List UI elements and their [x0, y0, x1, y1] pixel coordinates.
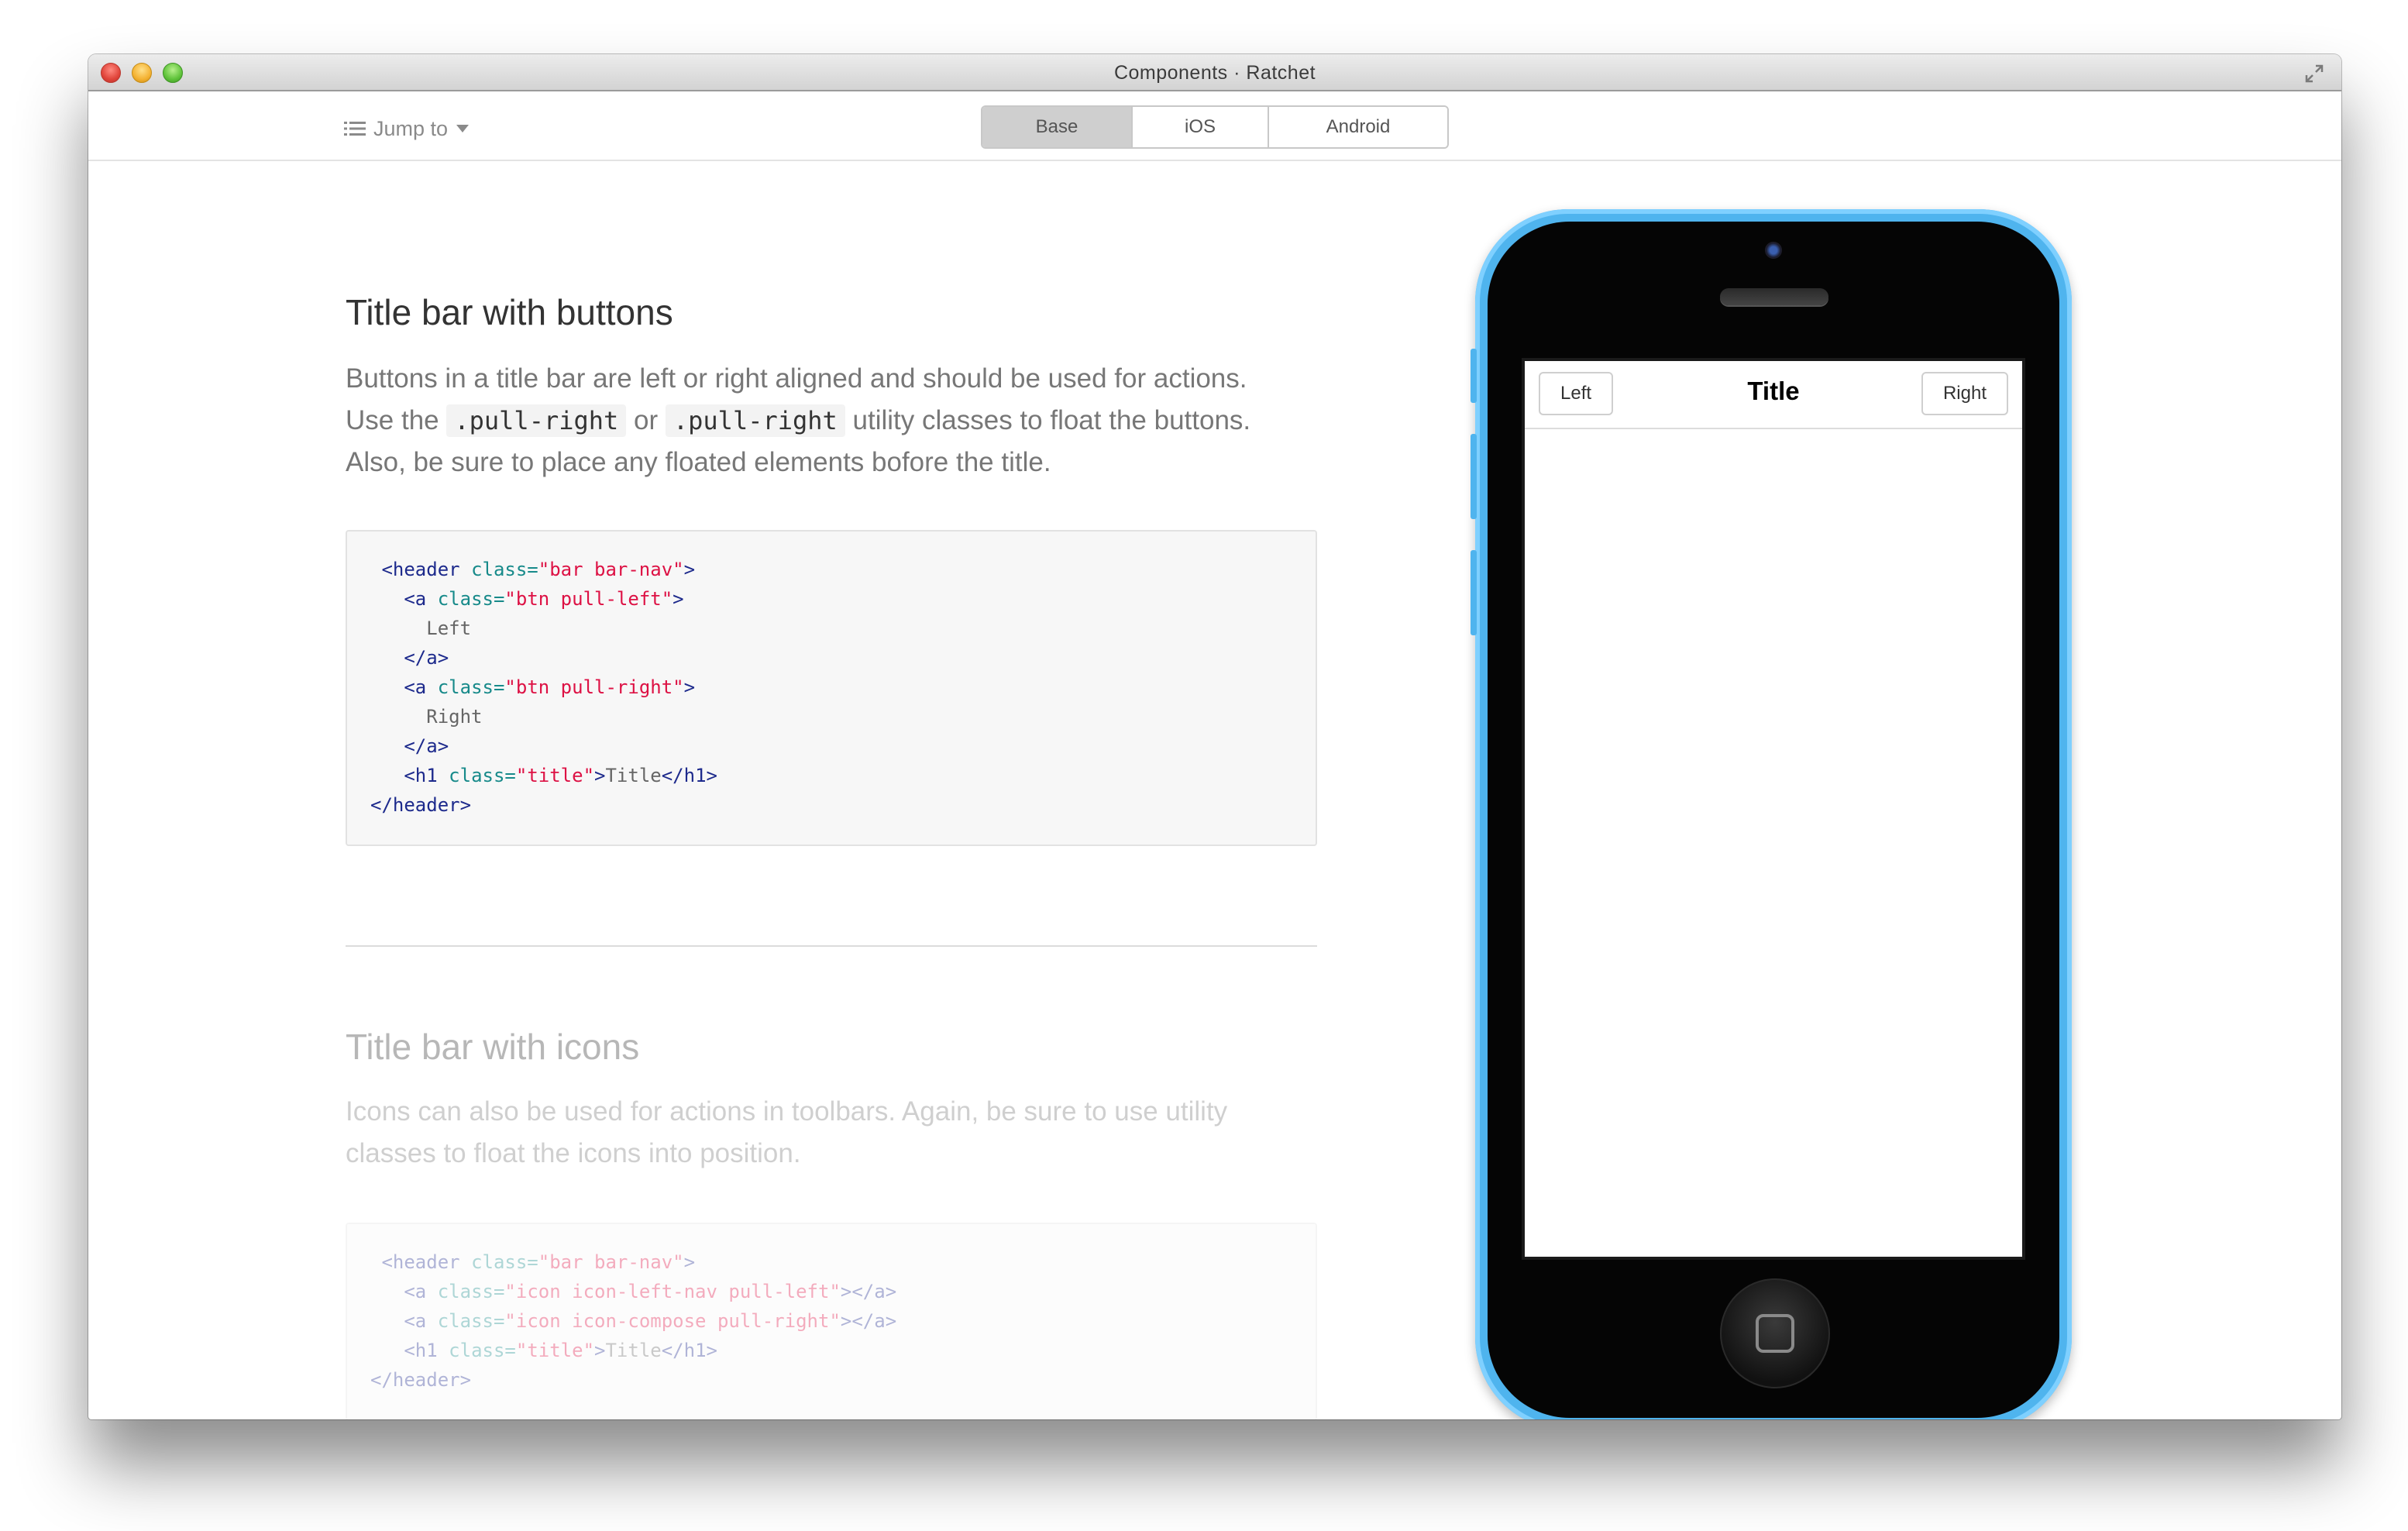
tab-ios[interactable]: iOS — [1133, 107, 1269, 147]
code-line: <a class="btn pull-right"> — [404, 676, 696, 698]
inline-code: .pull-right — [446, 404, 627, 437]
description-text: or — [634, 405, 659, 435]
phone-mute-switch — [1471, 349, 1477, 403]
description-text: utility classes to float the buttons. — [852, 405, 1251, 435]
code-line: <header class="bar bar-nav"> — [381, 1251, 696, 1273]
code-line: <h1 class="title">Title</h1> — [404, 1340, 717, 1361]
fullscreen-icon[interactable] — [2303, 62, 2326, 85]
code-line: </header> — [370, 794, 472, 816]
app-window: Components · Ratchet Jump to Base iOS An… — [88, 54, 2341, 1419]
code-line: Right — [426, 706, 483, 728]
phone-right-button[interactable]: Right — [1921, 372, 2008, 415]
code-line: Left — [426, 618, 472, 639]
home-square-icon — [1756, 1314, 1794, 1353]
phone-bezel: Left Title Right — [1488, 222, 2059, 1418]
description-line: Buttons in a title bar are left or right… — [346, 363, 1247, 394]
home-button[interactable] — [1720, 1278, 1830, 1388]
caret-down-icon — [456, 125, 470, 132]
code-line: <a class="icon icon-left-nav pull-left">… — [404, 1281, 897, 1302]
description-line: Use the .pull-right or .pull-right utili… — [346, 400, 1322, 442]
code-line: </a> — [404, 647, 449, 669]
phone-screen: Left Title Right — [1522, 358, 2025, 1260]
description-line: Also, be sure to place any floated eleme… — [346, 447, 1051, 477]
speaker-grille — [1720, 288, 1828, 305]
section-description-buttons: Buttons in a title bar are left or right… — [346, 358, 1322, 483]
description-text: Use the — [346, 405, 439, 435]
list-icon — [344, 122, 366, 136]
code-line: </a> — [404, 735, 449, 757]
window-titlebar: Components · Ratchet — [88, 54, 2341, 91]
section-heading-buttons: Title bar with buttons — [346, 292, 673, 332]
phone-title-bar: Left Title Right — [1525, 361, 2022, 429]
code-example-buttons: <header class="bar bar-nav"> <a class="b… — [346, 530, 1317, 846]
window-title: Components · Ratchet — [1113, 62, 1316, 84]
tab-android[interactable]: Android — [1269, 107, 1447, 147]
tab-base[interactable]: Base — [982, 107, 1133, 147]
section-heading-icons: Title bar with icons — [346, 1027, 640, 1067]
jump-to-label: Jump to — [373, 116, 449, 140]
section-divider — [346, 945, 1317, 947]
section-description-icons: Icons can also be used for actions in to… — [346, 1096, 1228, 1168]
phone-volume-down — [1471, 550, 1477, 635]
code-line: <a class="btn pull-left"> — [404, 588, 684, 610]
code-line: <a class="icon icon-compose pull-right">… — [404, 1310, 897, 1332]
code-line: <header class="bar bar-nav"> — [381, 559, 696, 580]
camera-icon — [1765, 242, 1782, 259]
code-line: <h1 class="title">Title</h1> — [404, 765, 717, 786]
inline-code: .pull-right — [665, 404, 845, 437]
phone-preview: Left Title Right — [1471, 209, 2072, 1419]
toolbar: Jump to Base iOS Android — [88, 93, 2341, 161]
code-example-icons: <header class="bar bar-nav"> <a class="i… — [346, 1223, 1317, 1419]
code-line: </header> — [370, 1369, 472, 1391]
docs-content: Title bar with buttons Buttons in a titl… — [88, 163, 2341, 1419]
jump-to-menu[interactable]: Jump to — [344, 113, 470, 144]
platform-segmented-control: Base iOS Android — [981, 105, 1449, 149]
phone-volume-up — [1471, 434, 1477, 519]
